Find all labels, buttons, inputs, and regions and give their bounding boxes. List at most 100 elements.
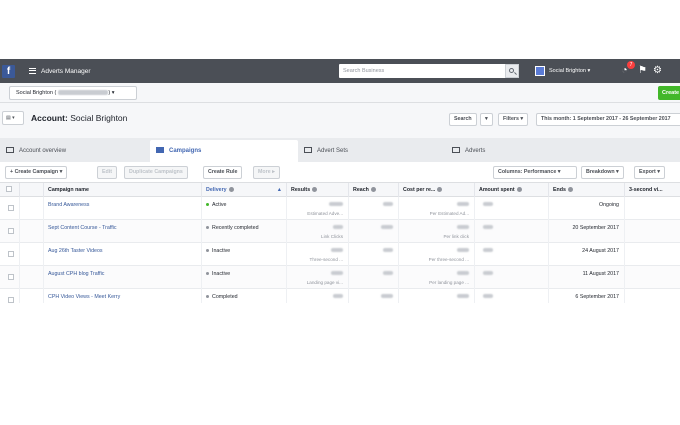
col-campaign-name[interactable]: Campaign name bbox=[44, 183, 202, 197]
table-header: Campaign name Delivery ▲ Results Reach Co… bbox=[0, 183, 680, 197]
campaign-name-link[interactable]: CPH Video Views - Meet Kerry bbox=[48, 294, 120, 300]
redacted-value bbox=[383, 248, 393, 252]
export-button[interactable]: Export ▾ bbox=[634, 166, 665, 179]
campaign-name-cell: Aug 26th Taster Videos bbox=[44, 243, 202, 266]
3-second-views-cell bbox=[625, 266, 680, 289]
col-3-second-views[interactable]: 3-second vi... bbox=[625, 183, 680, 197]
view-toggle-button[interactable]: ▤ ▾ bbox=[2, 111, 24, 125]
campaign-name-link[interactable]: Sept Content Course - Traffic bbox=[48, 225, 117, 231]
level-tabs: Account overview Campaigns Advert Sets A… bbox=[0, 138, 680, 162]
adverts-icon bbox=[452, 147, 460, 153]
end-date: Ongoing bbox=[598, 202, 619, 208]
breakdown-dropdown[interactable]: Breakdown ▾ bbox=[581, 166, 624, 179]
col-results-label: Results bbox=[291, 187, 311, 193]
create-rule-button[interactable]: Create Rule bbox=[203, 166, 243, 179]
row-toggle-cell bbox=[20, 266, 44, 289]
row-checkbox[interactable] bbox=[8, 297, 14, 303]
row-checkbox[interactable] bbox=[8, 251, 14, 257]
delivery-cell: Completed bbox=[202, 289, 287, 303]
tab-label: Campaigns bbox=[169, 148, 202, 154]
campaign-name-link[interactable]: Brand Awareness bbox=[48, 202, 89, 208]
gear-icon[interactable]: ⚙ bbox=[652, 65, 663, 76]
redacted-value bbox=[483, 202, 493, 206]
select-all-checkbox[interactable] bbox=[6, 186, 12, 192]
columns-dropdown[interactable]: Columns: Performance ▾ bbox=[493, 166, 577, 179]
sort-ascending-icon: ▲ bbox=[276, 187, 282, 193]
campaign-name-cell: August CPH blog Traffic bbox=[44, 266, 202, 289]
row-toggle-cell bbox=[20, 197, 44, 220]
row-checkbox[interactable] bbox=[8, 205, 14, 211]
row-select-cell bbox=[0, 243, 20, 266]
col-ends-label: Ends bbox=[553, 187, 566, 193]
3-second-views-cell bbox=[625, 289, 680, 303]
flag-icon[interactable]: ⚑ bbox=[637, 65, 648, 76]
create-button[interactable]: Create bbox=[658, 86, 680, 100]
table-row[interactable]: Brand Awareness Active Estimated Adve... Pe… bbox=[0, 197, 680, 220]
col-ends[interactable]: Ends bbox=[549, 183, 625, 197]
more-button[interactable]: More ▸ bbox=[253, 166, 280, 179]
result-type: Estimated Adve... bbox=[307, 211, 343, 216]
app-name[interactable]: Adverts Manager bbox=[41, 68, 91, 75]
table-row[interactable]: Aug 26th Taster Videos Inactive Three-seco… bbox=[0, 243, 680, 266]
select-all-header bbox=[0, 183, 20, 197]
campaign-name-link[interactable]: Aug 26th Taster Videos bbox=[48, 248, 103, 254]
tab-adverts[interactable]: Adverts bbox=[452, 140, 592, 162]
reach-cell bbox=[349, 266, 399, 289]
redacted-value bbox=[381, 294, 393, 298]
col-amount-spent[interactable]: Amount spent bbox=[475, 183, 549, 197]
end-date: 24 August 2017 bbox=[582, 248, 619, 254]
business-search-input[interactable]: Search Business bbox=[339, 64, 506, 78]
campaign-name-cell: Sept Content Course - Traffic bbox=[44, 220, 202, 243]
col-cost-label: Cost per re... bbox=[403, 187, 436, 193]
delivery-cell: Active bbox=[202, 197, 287, 220]
delivery-cell: Inactive bbox=[202, 266, 287, 289]
table-row[interactable]: CPH Video Views - Meet Kerry Completed 6 S… bbox=[0, 289, 680, 303]
table-row[interactable]: Sept Content Course - Traffic Recently co… bbox=[0, 220, 680, 243]
3-second-views-cell bbox=[625, 243, 680, 266]
ad-account-select[interactable]: Social Brighton () ▾ bbox=[9, 86, 137, 100]
cost-per-result-cell bbox=[399, 289, 475, 303]
ends-cell: 11 August 2017 bbox=[549, 266, 625, 289]
tab-label: Adverts bbox=[465, 148, 486, 154]
duplicate-campaigns-button[interactable]: Duplicate Campaigns bbox=[124, 166, 188, 179]
info-icon bbox=[567, 186, 573, 192]
cost-per-result-cell: Per link click bbox=[399, 220, 475, 243]
delivery-cell: Recently completed bbox=[202, 220, 287, 243]
date-range-picker[interactable]: This month: 1 September 2017 - 26 Septem… bbox=[536, 113, 680, 126]
menu-icon[interactable] bbox=[29, 68, 36, 74]
tab-account-overview[interactable]: Account overview bbox=[6, 140, 146, 162]
redacted-value bbox=[457, 225, 469, 229]
col-results[interactable]: Results bbox=[287, 183, 349, 197]
amount-spent-cell bbox=[475, 243, 549, 266]
filters-button[interactable]: Filters ▾ bbox=[498, 113, 529, 126]
col-delivery[interactable]: Delivery ▲ bbox=[202, 183, 287, 197]
table-row[interactable]: August CPH blog Traffic Inactive Landing p… bbox=[0, 266, 680, 289]
col-cost-per-result[interactable]: Cost per re... bbox=[399, 183, 475, 197]
ends-cell: 24 August 2017 bbox=[549, 243, 625, 266]
export-label: Export bbox=[639, 169, 656, 175]
top-navigation-bar: f Adverts Manager Search Business Social… bbox=[0, 59, 680, 83]
page-title: Account: Social Brighton bbox=[31, 113, 127, 123]
row-checkbox[interactable] bbox=[8, 228, 14, 234]
result-type: Three-second ... bbox=[309, 257, 343, 262]
row-select-cell bbox=[0, 220, 20, 243]
edit-button[interactable]: Edit bbox=[97, 166, 118, 179]
redacted-value bbox=[483, 271, 493, 275]
col-reach[interactable]: Reach bbox=[349, 183, 399, 197]
facebook-logo-icon[interactable]: f bbox=[2, 64, 15, 78]
end-date: 6 September 2017 bbox=[575, 294, 619, 300]
account-switcher[interactable]: Social Brighton ▾ bbox=[532, 63, 593, 79]
search-button[interactable] bbox=[505, 64, 519, 78]
search-dropdown-button[interactable]: ▾ bbox=[480, 113, 493, 126]
tab-campaigns[interactable]: Campaigns bbox=[150, 140, 298, 162]
3-second-views-cell bbox=[625, 220, 680, 243]
redacted-value bbox=[457, 248, 469, 252]
redacted-value bbox=[483, 294, 493, 298]
search-table-button[interactable]: Search bbox=[449, 113, 477, 126]
campaign-name-link[interactable]: August CPH blog Traffic bbox=[48, 271, 104, 277]
row-checkbox[interactable] bbox=[8, 274, 14, 280]
breakdown-label: Breakdown bbox=[586, 169, 615, 175]
tab-advert-sets[interactable]: Advert Sets bbox=[304, 140, 444, 162]
create-campaign-button[interactable]: + Create Campaign ▾ bbox=[5, 166, 68, 179]
col-amount-label: Amount spent bbox=[479, 187, 515, 193]
